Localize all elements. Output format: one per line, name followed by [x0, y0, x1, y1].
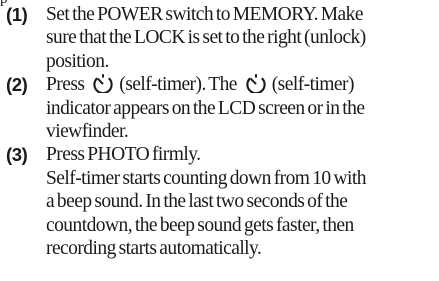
step-line-part: Press	[46, 74, 85, 96]
step-line: Set the POWER switch to MEMORY. Make	[46, 4, 364, 25]
step-1: (1) Set the POWER switch to MEMORY. Make…	[6, 3, 438, 73]
self-timer-icon	[93, 74, 113, 94]
step-line: indicator appears on the LCD screen or i…	[46, 97, 365, 119]
step-line: position.	[46, 50, 109, 72]
step-2: (2) Press (self-timer). The (self-timer)…	[6, 73, 438, 143]
step-number: (3)	[6, 144, 28, 166]
step-text: Press (self-timer). The (self-timer) ind…	[46, 73, 438, 143]
step-line: Press (self-timer). The (self-timer)	[46, 73, 438, 96]
step-line-part: (self-timer). The	[119, 74, 237, 96]
step-line: Self-timer starts counting down from 10 …	[46, 167, 366, 189]
step-line-part: (self-timer)	[271, 74, 355, 96]
instruction-steps: (1) Set the POWER switch to MEMORY. Make…	[6, 3, 438, 260]
step-line: countdown, the beep sound gets faster, t…	[46, 214, 354, 236]
manual-page: p (1) Set the POWER switch to MEMORY. Ma…	[0, 0, 439, 281]
step-line: recording starts automatically.	[46, 238, 262, 260]
step-line: Press PHOTO firmly.	[46, 144, 201, 166]
self-timer-icon	[246, 74, 266, 94]
step-3: (3) Press PHOTO firmly. Self-timer start…	[6, 143, 438, 260]
step-line: viewfinder.	[46, 121, 129, 143]
step-number: (2)	[6, 74, 28, 96]
step-text: Set the POWER switch to MEMORY. Make sur…	[46, 3, 438, 73]
step-number: (1)	[6, 4, 28, 25]
step-text: Press PHOTO firmly. Self-timer starts co…	[46, 143, 438, 260]
step-line: sure that the LOCK is set to the right (…	[46, 27, 366, 49]
step-line: a beep sound. In the last two seconds of…	[46, 191, 348, 213]
